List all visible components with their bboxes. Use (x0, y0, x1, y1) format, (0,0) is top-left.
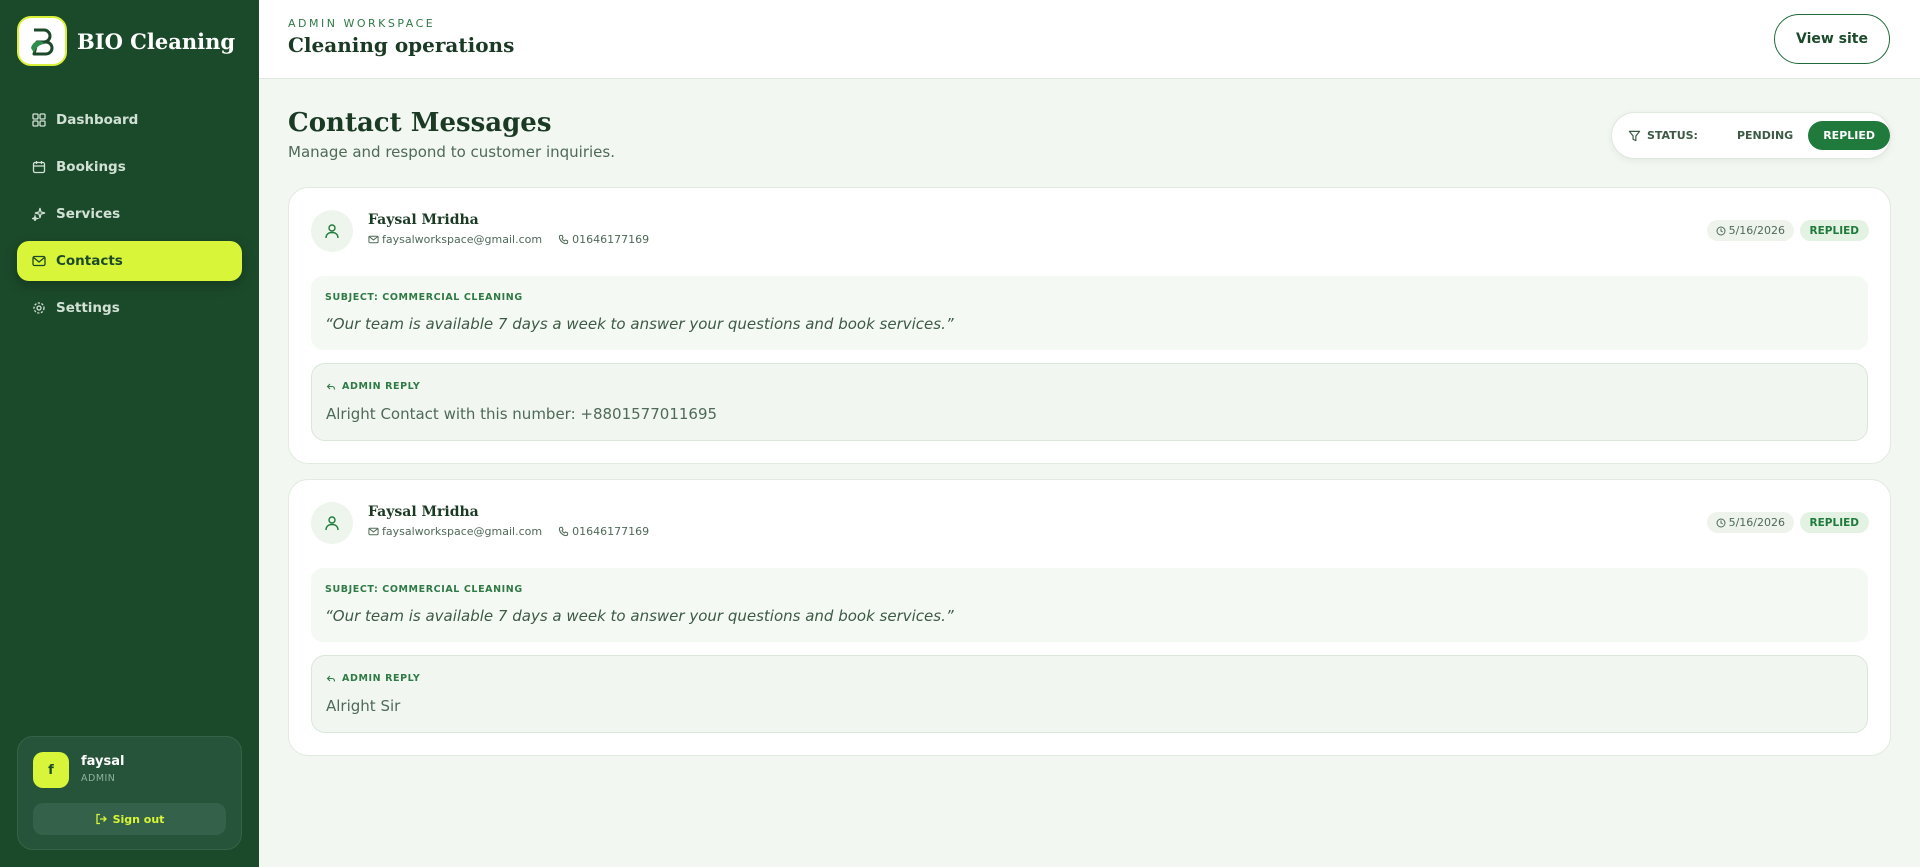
user-icon (325, 516, 339, 531)
message-card: Faysal Mridha faysalworkspace@gmail.com … (288, 187, 1891, 464)
filter-option-pending[interactable]: PENDING (1722, 121, 1808, 150)
sidebar-item-dashboard[interactable]: Dashboard (17, 100, 242, 140)
phone-icon (558, 526, 569, 537)
reply-icon (326, 383, 336, 390)
sidebar-item-label: Settings (56, 300, 120, 316)
contact-meta: faysalworkspace@gmail.com 01646177169 (368, 525, 649, 538)
message-body: SUBJECT: COMMERCIAL CLEANING “Our team i… (311, 568, 1868, 642)
sign-out-button[interactable]: Sign out (33, 803, 226, 835)
contact-name: Faysal Mridha (368, 212, 479, 228)
contact-meta: faysalworkspace@gmail.com 01646177169 (368, 233, 649, 246)
reply-label-text: ADMIN REPLY (342, 673, 421, 684)
sidebar-item-settings[interactable]: Settings (17, 288, 242, 328)
sidebar-item-services[interactable]: Services (17, 194, 242, 234)
sidebar-nav: Dashboard Bookings Services Contacts Set… (17, 100, 242, 335)
admin-reply: ADMIN REPLY Alright Contact with this nu… (311, 363, 1868, 441)
message-subject: SUBJECT: COMMERCIAL CLEANING (325, 292, 523, 303)
contact-avatar (311, 502, 353, 544)
mail-icon (368, 235, 379, 244)
contact-email[interactable]: faysalworkspace@gmail.com (382, 525, 542, 538)
sparkles-icon (32, 207, 46, 221)
message-subject: SUBJECT: COMMERCIAL CLEANING (325, 584, 523, 595)
reply-label: ADMIN REPLY (326, 381, 420, 392)
top-header: ADMIN WORKSPACE Cleaning operations View… (259, 0, 1920, 79)
contact-name: Faysal Mridha (368, 504, 479, 520)
filter-option-replied[interactable]: REPLIED (1808, 121, 1890, 150)
clock-icon (1716, 226, 1726, 235)
user-card: f faysal ADMIN Sign out (17, 736, 242, 850)
sidebar-item-label: Services (56, 206, 121, 222)
message-body: SUBJECT: COMMERCIAL CLEANING “Our team i… (311, 276, 1868, 350)
mail-icon (32, 255, 46, 267)
reply-text: Alright Contact with this number: +88015… (326, 405, 718, 423)
status-badge: REPLIED (1799, 512, 1869, 533)
user-role: ADMIN (81, 773, 116, 784)
date-badge: 5/16/2026 (1706, 512, 1794, 533)
contact-phone[interactable]: 01646177169 (572, 525, 649, 538)
workspace-title: Cleaning operations (288, 33, 515, 57)
admin-reply: ADMIN REPLY Alright Sir (311, 655, 1868, 733)
page-subtitle: Manage and respond to customer inquiries… (288, 143, 615, 161)
mail-icon (368, 527, 379, 536)
message-text: “Our team is available 7 days a week to … (325, 607, 954, 625)
message-date: 5/16/2026 (1728, 224, 1785, 237)
sidebar-item-label: Contacts (56, 253, 123, 269)
dashboard-icon (32, 113, 46, 127)
sidebar: BIO Cleaning Dashboard Bookings Services (0, 0, 259, 867)
page-title: Contact Messages (288, 108, 552, 138)
date-badge: 5/16/2026 (1706, 220, 1794, 241)
status-filter: STATUS: PENDING REPLIED (1611, 112, 1891, 159)
contact-avatar (311, 210, 353, 252)
calendar-icon (32, 161, 46, 174)
reply-label: ADMIN REPLY (326, 673, 420, 684)
sidebar-item-label: Dashboard (56, 112, 139, 128)
message-card: Faysal Mridha faysalworkspace@gmail.com … (288, 479, 1891, 756)
clock-icon (1716, 518, 1726, 527)
user-icon (325, 224, 339, 239)
reply-label-text: ADMIN REPLY (342, 381, 421, 392)
message-text: “Our team is available 7 days a week to … (325, 315, 954, 333)
sidebar-item-bookings[interactable]: Bookings (17, 147, 242, 187)
status-badge: REPLIED (1799, 220, 1869, 241)
contact-email[interactable]: faysalworkspace@gmail.com (382, 233, 542, 246)
reply-text: Alright Sir (326, 697, 401, 715)
sidebar-item-contacts[interactable]: Contacts (17, 241, 242, 281)
workspace-label: ADMIN WORKSPACE (288, 17, 436, 30)
sidebar-item-label: Bookings (56, 159, 126, 175)
view-site-button[interactable]: View site (1774, 14, 1890, 64)
reply-icon (326, 675, 336, 682)
filter-label: STATUS: (1646, 129, 1698, 142)
sign-out-label: Sign out (112, 812, 165, 826)
message-date: 5/16/2026 (1728, 516, 1785, 529)
gear-icon (33, 302, 45, 314)
brand-name: BIO Cleaning (77, 28, 236, 54)
contact-phone[interactable]: 01646177169 (572, 233, 649, 246)
brand[interactable]: BIO Cleaning (17, 16, 235, 66)
phone-icon (558, 234, 569, 245)
brand-logo-icon (17, 16, 67, 66)
sign-out-icon (95, 813, 107, 825)
filter-icon (1628, 130, 1641, 141)
avatar: f (33, 752, 69, 788)
user-name: faysal (81, 754, 125, 769)
